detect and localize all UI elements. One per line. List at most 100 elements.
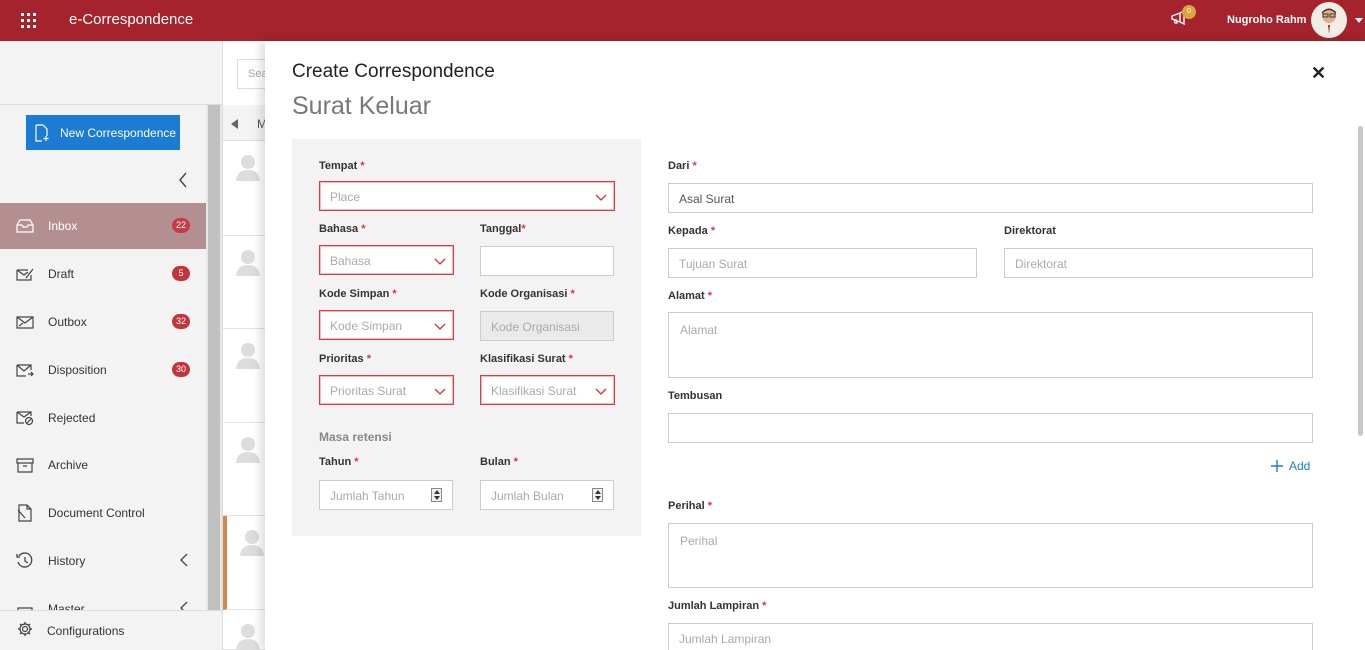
spinner-icon[interactable]	[431, 488, 442, 502]
alamat-textarea[interactable]: Alamat	[668, 312, 1313, 378]
bulan-placeholder: Jumlah Bulan	[491, 489, 564, 503]
tanggal-label: Tanggal*	[480, 223, 526, 235]
direktorat-label: Direktorat	[1004, 225, 1056, 237]
chevron-down-icon	[434, 385, 446, 399]
panel-title: Create Correspondence	[292, 61, 495, 82]
person-placeholder-icon	[235, 622, 261, 650]
person-placeholder-icon	[235, 341, 261, 372]
sidebar-item-rejected[interactable]: Rejected	[0, 395, 206, 441]
configurations-button[interactable]: Configurations	[0, 610, 222, 650]
sidebar-item-label: Draft	[48, 267, 75, 281]
person-placeholder-icon	[239, 528, 265, 559]
sidebar-item-history[interactable]: History	[0, 538, 206, 584]
alamat-label: Alamat *	[668, 290, 713, 302]
tahun-label: Tahun *	[319, 456, 359, 468]
person-placeholder-icon	[235, 435, 261, 466]
collapse-sidebar-button[interactable]	[178, 172, 188, 191]
caret-left-icon[interactable]	[231, 119, 238, 129]
new-correspondence-button[interactable]: New Correspondence	[26, 115, 180, 150]
add-tembusan-button[interactable]: Add	[1271, 459, 1310, 473]
history-icon	[15, 551, 35, 571]
lampiran-label: Jumlah Lampiran *	[668, 600, 767, 612]
sidebar-item-inbox[interactable]: Inbox 22	[0, 203, 206, 249]
chevron-left-icon	[179, 172, 187, 188]
sidebar-item-document-control[interactable]: Document Control	[0, 490, 206, 536]
sidebar-item-label: Rejected	[48, 411, 96, 425]
perihal-textarea[interactable]: Perihal	[668, 523, 1313, 588]
new-document-icon	[35, 123, 49, 142]
disposition-icon	[15, 360, 35, 380]
sidebar-item-draft[interactable]: Draft 5	[0, 251, 206, 297]
bahasa-select[interactable]: Bahasa	[319, 245, 454, 275]
sidebar-item-disposition[interactable]: Disposition 30	[0, 347, 206, 393]
tempat-label: Tempat *	[319, 160, 365, 172]
tembusan-input[interactable]	[668, 413, 1313, 443]
klasifikasi-placeholder: Klasifikasi Surat	[491, 384, 577, 398]
kode-organisasi-label: Kode Organisasi *	[480, 288, 575, 300]
sidebar-item-label: Disposition	[48, 363, 107, 377]
dari-label: Dari *	[668, 160, 697, 172]
new-correspondence-label: New Correspondence	[60, 125, 177, 140]
chevron-down-icon	[595, 385, 607, 399]
chevron-down-icon	[434, 255, 446, 269]
prioritas-label: Prioritas *	[319, 353, 371, 365]
sidebar-item-archive[interactable]: Archive	[0, 442, 206, 488]
sidebar-item-label: History	[48, 554, 86, 568]
klasifikasi-select[interactable]: Klasifikasi Surat	[480, 375, 615, 405]
draft-icon	[15, 264, 35, 284]
dari-input[interactable]: Asal Surat	[668, 183, 1313, 213]
user-menu-caret-icon[interactable]	[1355, 18, 1363, 23]
spinner-icon[interactable]	[592, 488, 603, 502]
kode-simpan-select[interactable]: Kode Simpan	[319, 310, 454, 340]
kode-organisasi-input: Kode Organisasi	[480, 311, 614, 341]
sidebar-item-master[interactable]: Master	[0, 586, 206, 610]
bulan-number-input[interactable]: Jumlah Bulan	[480, 480, 614, 510]
prioritas-select[interactable]: Prioritas Surat	[319, 375, 454, 405]
draft-count-badge: 5	[172, 266, 190, 281]
inbox-count-badge: 22	[172, 218, 190, 233]
chevron-down-icon	[434, 320, 446, 334]
kode-organisasi-placeholder: Kode Organisasi	[491, 320, 580, 334]
close-icon[interactable]: ✕	[1311, 63, 1326, 84]
sidebar-scrollbar-thumb[interactable]	[208, 105, 220, 610]
configurations-label: Configurations	[47, 623, 125, 638]
tempat-select[interactable]: Place	[319, 181, 615, 211]
tahun-number-input[interactable]: Jumlah Tahun	[319, 480, 453, 510]
direktorat-input[interactable]: Direktorat	[1004, 248, 1313, 278]
bulan-label: Bulan *	[480, 456, 518, 468]
user-avatar[interactable]	[1311, 2, 1347, 38]
sidebar-item-label: Document Control	[48, 506, 145, 520]
master-icon	[15, 602, 35, 610]
sidebar-item-outbox[interactable]: Outbox 32	[0, 299, 206, 345]
sidebar-top-area	[0, 41, 222, 105]
tembusan-label: Tembusan	[668, 390, 723, 402]
kode-simpan-placeholder: Kode Simpan	[330, 319, 403, 333]
masa-retensi-label: Masa retensi	[319, 430, 392, 444]
master-chevron-left-icon[interactable]	[180, 601, 188, 610]
chevron-down-icon	[595, 191, 607, 205]
notification-button[interactable]: 0	[1170, 5, 1196, 30]
panel-scrollbar-thumb[interactable]	[1358, 126, 1363, 436]
sidebar-item-label: Master	[48, 602, 85, 610]
add-label: Add	[1289, 459, 1311, 473]
klasifikasi-label: Klasifikasi Surat *	[480, 353, 573, 365]
panel-subtitle: Surat Keluar	[292, 92, 431, 120]
person-placeholder-icon	[235, 248, 261, 279]
outbox-icon	[15, 312, 35, 332]
lampiran-input[interactable]: Jumlah Lampiran	[668, 623, 1313, 650]
app-title: e-Correspondence	[69, 11, 194, 28]
apps-grid-icon[interactable]	[21, 13, 36, 28]
disposition-count-badge: 30	[172, 362, 190, 377]
create-correspondence-panel: Create Correspondence Surat Keluar ✕ Tem…	[265, 41, 1365, 650]
bahasa-label: Bahasa *	[319, 223, 366, 235]
sidebar-item-label: Archive	[48, 458, 89, 472]
kepada-input[interactable]: Tujuan Surat	[668, 248, 977, 278]
perihal-label: Perihal *	[668, 500, 713, 512]
document-control-icon	[15, 503, 35, 523]
history-chevron-left-icon[interactable]	[180, 553, 188, 570]
tanggal-input[interactable]	[480, 246, 614, 276]
tempat-placeholder: Place	[330, 190, 361, 204]
sidebar-scrollbar[interactable]	[206, 105, 222, 610]
rejected-icon	[15, 408, 35, 428]
user-name[interactable]: Nugroho Rahm	[1227, 14, 1306, 26]
